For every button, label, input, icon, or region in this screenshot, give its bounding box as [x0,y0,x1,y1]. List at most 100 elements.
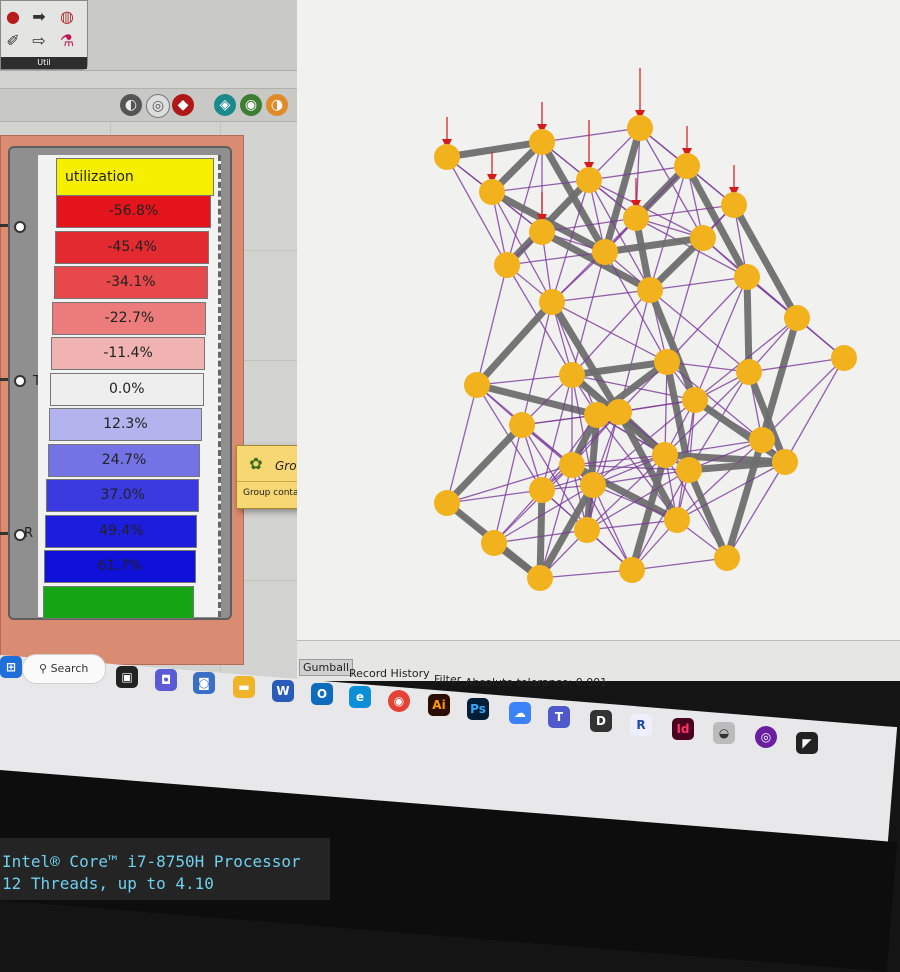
rhino-statusbar: Gumball Record History Filter Absolute t… [297,640,900,689]
start-icon[interactable]: ⊞ [0,656,22,678]
truss-node [574,517,600,543]
truss-node [721,192,747,218]
truss-node [559,362,585,388]
util-panel: ● ➡ ◍ ✐ ⇨ ⚗ Util [0,0,88,70]
arrow-right-outline-icon[interactable]: ⇨ [29,31,49,51]
legend-swatch: 49.4% [45,514,198,548]
truss-brace [446,156,508,266]
truss-member [474,299,555,388]
word-icon[interactable]: W [272,680,294,702]
shaded-preview-icon[interactable]: ◆ [172,94,194,116]
truss-node [772,449,798,475]
legend-header: utilization [56,158,214,196]
legend-swatch: -22.7% [52,301,207,335]
indesign-icon[interactable]: Id [672,718,694,740]
truss-node [676,457,702,483]
tor-icon[interactable]: ◎ [755,726,777,748]
app-d-icon[interactable]: D [590,710,612,732]
flask-icon[interactable]: ⚗ [57,31,77,51]
store-icon[interactable]: ◙ [193,672,215,694]
truss-node [654,349,680,375]
truss-structure [434,68,857,591]
truss-node [539,289,565,315]
legend-swatch: -34.1% [53,266,208,299]
grasshopper-icon[interactable]: ◤ [796,732,818,754]
teams-icon[interactable]: T [548,706,570,728]
legend-swatch: -11.4% [51,337,205,370]
truss-brace [476,374,573,386]
revit-icon[interactable]: R [630,714,652,736]
rhino-icon[interactable]: ◒ [713,722,735,744]
truss-node [784,305,810,331]
illustrator-icon[interactable]: Ai [428,694,450,716]
truss-node [627,115,653,141]
truss-node [479,179,505,205]
truss-node [584,402,610,428]
truss-node [619,557,645,583]
truss-node [664,507,690,533]
search-label: Search [50,662,89,675]
search-icon: ⚲ [39,662,48,675]
truss-node [529,129,555,155]
truss-member [536,489,546,579]
truss-member [688,458,786,474]
record-history-toggle[interactable]: Record History [349,667,430,680]
document-preview-icon[interactable]: ◈ [214,94,236,116]
tolerance-readout: Absolute tolerance: 0.001 [465,676,608,689]
port-label-r: R [24,526,34,541]
truss-brace [551,289,651,303]
input-port-c[interactable] [14,221,26,233]
truss-node [580,472,606,498]
intel-sticker: Intel® Core™ i7-8750H Processor 12 Threa… [0,838,330,900]
truss-member [730,203,801,320]
chrome-icon[interactable]: ◉ [388,690,410,712]
preview-icon[interactable]: ◐ [120,94,142,116]
group-icon: ✿ [249,454,263,473]
outlook-icon[interactable]: O [311,683,333,705]
truss-brace [539,569,633,579]
input-port-t[interactable] [14,375,26,387]
truss-node [494,252,520,278]
truss-node [434,490,460,516]
mesh-settings-icon[interactable]: ◑ [266,94,288,116]
taskbar-search[interactable]: ⚲ Search [22,654,106,684]
truss-member [685,468,731,560]
util-label: Util [1,57,87,69]
plug-icon[interactable]: ✐ [3,31,23,51]
truss-node [714,545,740,571]
truss-node [529,219,555,245]
task-view-icon[interactable]: ▣ [116,666,138,688]
gumball-toggle[interactable]: Gumball [299,659,354,676]
file-explorer-icon[interactable]: ▬ [233,676,255,698]
sphere-icon[interactable]: ◍ [57,7,77,27]
truss-node [682,387,708,413]
legend-swatch: 12.3% [48,408,202,441]
chat-icon[interactable]: ◘ [155,669,177,691]
edge-icon[interactable]: e [349,686,371,708]
truss-node [749,427,775,453]
onedrive-icon[interactable]: ☁ [509,702,531,724]
selected-preview-icon[interactable]: ◉ [240,94,262,116]
legend-swatch: 24.7% [47,443,201,477]
filter-toggle[interactable]: Filter [434,673,461,686]
truss-node [652,442,678,468]
truss-node [527,565,553,591]
truss-brace [784,357,845,463]
truss-brace [631,557,728,571]
truss-brace [726,461,786,559]
cherry-icon[interactable]: ● [3,7,23,27]
sticker-line-1: Intel® Core™ i7-8750H Processor [2,852,301,871]
truss-node [464,372,490,398]
truss-node [736,359,762,385]
truss-node [559,452,585,478]
rhino-viewport[interactable] [297,0,900,640]
truss-node [592,239,618,265]
truss-node [481,530,507,556]
truss-node [529,477,555,503]
truss-node [576,167,602,193]
arrow-right-filled-icon[interactable]: ➡ [29,7,49,27]
photoshop-icon[interactable]: Ps [467,698,489,720]
wireframe-icon[interactable]: ◎ [146,94,170,118]
sticker-line-2: 12 Threads, up to 4.10 [2,874,214,893]
legend-swatch: -45.4% [54,230,210,264]
